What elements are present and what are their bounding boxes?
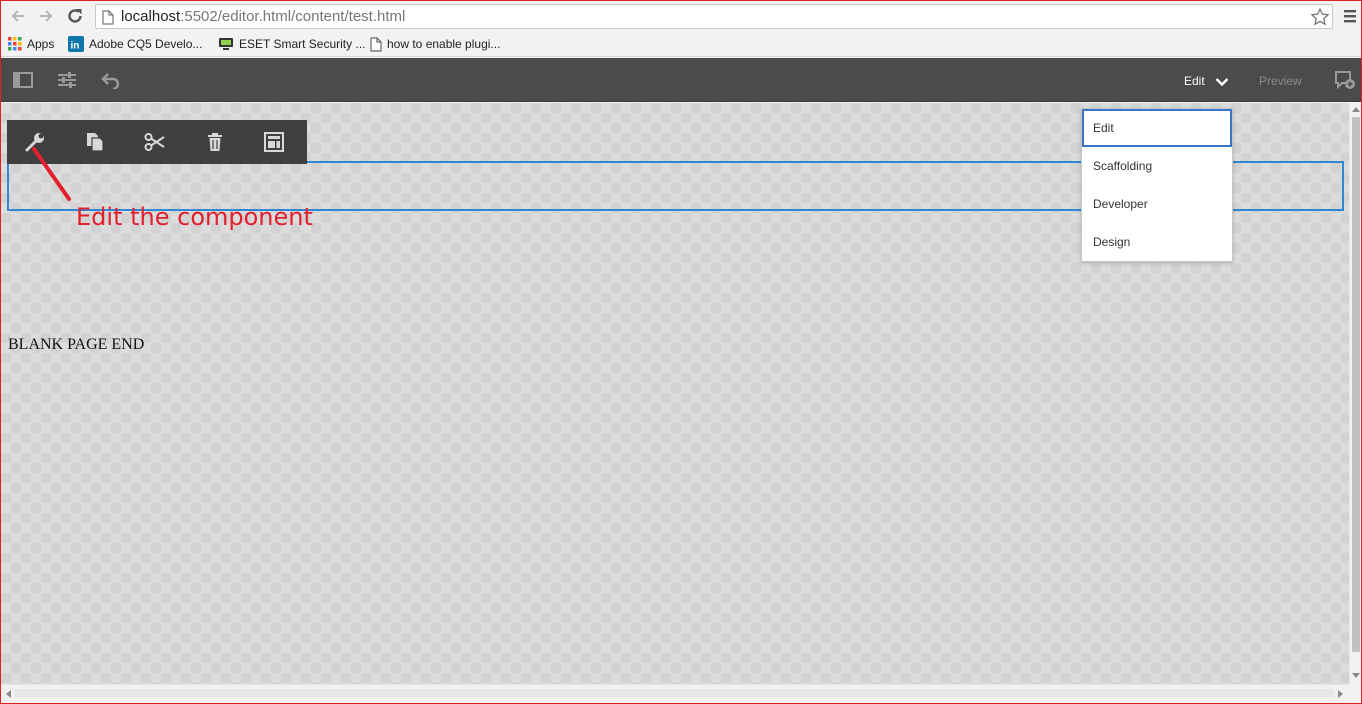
- vertical-scrollbar[interactable]: [1349, 103, 1361, 684]
- bookmark-apps[interactable]: Apps: [8, 35, 54, 53]
- bookmark-label: how to enable plugi...: [387, 37, 501, 51]
- url-host: localhost: [121, 8, 181, 25]
- chevron-down-icon[interactable]: [1215, 74, 1229, 92]
- linkedin-icon: in: [68, 36, 84, 52]
- mode-option-design[interactable]: Design: [1082, 223, 1232, 261]
- forward-arrow-icon: [40, 10, 53, 22]
- group-icon[interactable]: [262, 131, 286, 153]
- bookmark-label: Adobe CQ5 Develo...: [89, 37, 203, 51]
- eset-icon: [218, 36, 234, 52]
- page-icon: [102, 9, 114, 32]
- page-properties-icon[interactable]: [56, 69, 78, 91]
- svg-text:in: in: [71, 41, 80, 52]
- apps-grid-icon: [8, 37, 22, 51]
- horizontal-scrollbar[interactable]: [1, 684, 1349, 701]
- url-text: localhost:5502/editor.html/content/test.…: [121, 5, 405, 28]
- back-arrow-icon: [11, 10, 24, 22]
- side-panel-icon[interactable]: [12, 69, 34, 91]
- delete-icon[interactable]: [203, 131, 227, 153]
- forward-button[interactable]: [35, 5, 57, 27]
- annotations-icon[interactable]: [1334, 70, 1356, 95]
- back-button[interactable]: [7, 5, 29, 27]
- mode-option-developer[interactable]: Developer: [1082, 185, 1232, 223]
- scroll-down-icon[interactable]: [1352, 673, 1360, 679]
- address-bar[interactable]: localhost:5502/editor.html/content/test.…: [95, 4, 1333, 29]
- bookmark-eset[interactable]: ESET Smart Security ...: [218, 35, 365, 53]
- undo-icon[interactable]: [100, 69, 122, 91]
- mode-selector-label[interactable]: Edit: [1184, 74, 1205, 88]
- browser-menu-button[interactable]: [1341, 6, 1359, 26]
- url-path: :5502/editor.html/content/test.html: [180, 8, 406, 25]
- copy-icon[interactable]: [83, 131, 107, 153]
- preview-button[interactable]: Preview: [1259, 74, 1302, 88]
- mode-option-scaffolding[interactable]: Scaffolding: [1082, 147, 1232, 185]
- bookmark-how-to-enable[interactable]: how to enable plugi...: [370, 35, 500, 53]
- annotation-label: Edit the component: [76, 203, 313, 231]
- scroll-left-icon[interactable]: [5, 690, 11, 698]
- vertical-scroll-thumb[interactable]: [1352, 117, 1360, 652]
- bookmark-label: Apps: [27, 37, 55, 51]
- bookmark-label: ESET Smart Security ...: [239, 37, 366, 51]
- cut-icon[interactable]: [143, 131, 167, 153]
- annotation-arrow: [32, 147, 71, 201]
- mode-dropdown-menu: Edit Scaffolding Developer Design: [1081, 108, 1233, 262]
- browser-toolbar: localhost:5502/editor.html/content/test.…: [1, 1, 1361, 31]
- bookmark-star-icon[interactable]: [1310, 7, 1330, 34]
- reload-icon: [68, 9, 82, 23]
- bookmark-adobe-cq5[interactable]: in Adobe CQ5 Develo...: [68, 35, 202, 53]
- scroll-right-icon[interactable]: [1338, 690, 1344, 698]
- horizontal-scroll-thumb[interactable]: [15, 689, 1333, 697]
- reload-button[interactable]: [64, 5, 86, 27]
- mode-option-edit[interactable]: Edit: [1082, 109, 1232, 147]
- page-text: BLANK PAGE END: [8, 336, 145, 353]
- hamburger-icon: [1344, 10, 1356, 23]
- scroll-up-icon[interactable]: [1352, 106, 1360, 112]
- editor-header: Edit Preview: [1, 58, 1361, 102]
- bookmarks-bar: Apps in Adobe CQ5 Develo... ESET Smart S…: [1, 31, 1361, 57]
- page-icon: [370, 36, 382, 52]
